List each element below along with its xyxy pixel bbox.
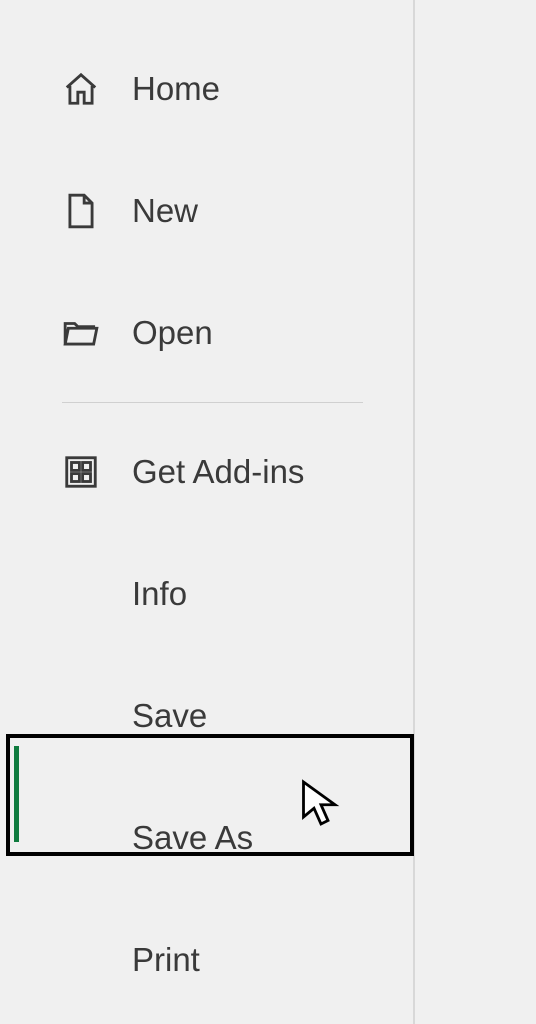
- home-icon: [62, 70, 100, 108]
- menu-label-open: Open: [132, 314, 213, 352]
- menu-item-info[interactable]: Info: [0, 533, 413, 655]
- menu-item-open[interactable]: Open: [0, 272, 413, 394]
- open-folder-icon: [62, 314, 100, 352]
- new-document-icon: [62, 192, 100, 230]
- menu-divider: [62, 402, 363, 403]
- menu-label-new: New: [132, 192, 198, 230]
- menu-item-print[interactable]: Print: [0, 899, 413, 1021]
- menu-label-home: Home: [132, 70, 220, 108]
- menu-item-get-addins[interactable]: Get Add-ins: [0, 411, 413, 533]
- menu-label-info: Info: [132, 575, 187, 613]
- menu-item-save[interactable]: Save: [0, 655, 413, 777]
- menu-label-save-as: Save As: [132, 819, 253, 857]
- menu-item-home[interactable]: Home: [0, 28, 413, 150]
- file-menu-sidebar: Home New Open Get Add-ins Info Save Save…: [0, 0, 415, 1024]
- menu-item-new[interactable]: New: [0, 150, 413, 272]
- menu-item-save-as[interactable]: Save As: [0, 777, 413, 899]
- menu-label-save: Save: [132, 697, 207, 735]
- menu-label-print: Print: [132, 941, 200, 979]
- addins-grid-icon: [62, 453, 100, 491]
- menu-label-get-addins: Get Add-ins: [132, 453, 304, 491]
